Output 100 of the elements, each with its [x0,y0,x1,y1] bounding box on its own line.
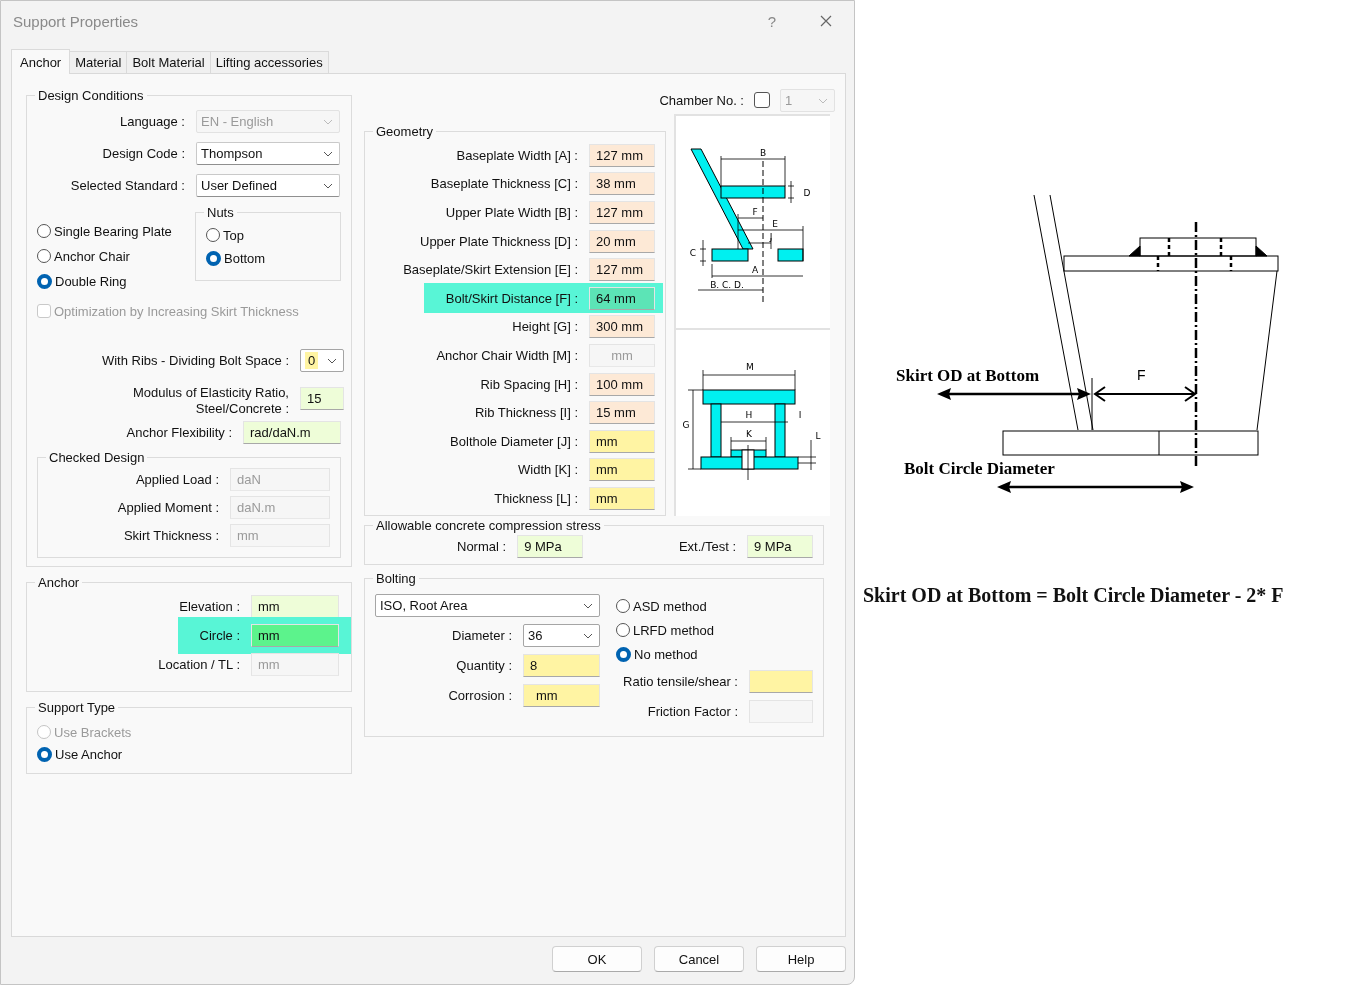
input-field[interactable]: mm [251,595,339,618]
input-field[interactable]: 38 mm [589,172,655,196]
input-field[interactable]: mm [523,683,600,707]
field-label: Diameter : [452,627,512,643]
chevron-icon [327,357,337,364]
field-label: Design Code : [102,145,185,161]
field-label: Friction Factor : [647,703,738,719]
diagram-label: Bolt Circle Diameter [904,459,1055,478]
radio-label[interactable]: Top [223,227,244,243]
field-label: Quantity : [456,657,512,673]
input-field[interactable]: mm [251,624,339,647]
field-label: Normal : [457,539,507,554]
field-label: With Ribs - Dividing Bolt Space : [101,352,289,368]
radio-button[interactable] [616,623,630,637]
ok-button[interactable]: OK [552,946,642,972]
input-field[interactable]: 64 mm [589,286,655,310]
chevron-icon [583,603,593,609]
input-field[interactable] [749,669,813,693]
input-field[interactable]: 300 mm [589,315,655,339]
field-label: Baseplate Width [A] : [456,147,578,163]
field-label: Location / TL : [158,657,240,672]
chevron-icon [818,97,828,104]
anchor-chair-front-drawing: M H I K L G [676,330,830,516]
dropdown[interactable]: Thompson [196,141,340,165]
dropdown[interactable]: User Defined [196,173,340,197]
field-label: Ratio tensile/shear : [623,673,738,689]
input-field[interactable]: 15 [300,387,344,410]
group-title: Nuts [206,205,235,220]
field-label: Thickness [L] : [494,490,578,506]
tab[interactable]: Lifting accessories [209,51,329,73]
group-title: Design Conditions [37,88,145,103]
radio-button[interactable] [616,599,630,613]
field-label: Bolthole Diameter [J] : [450,433,578,449]
field-label: Chamber No. : [659,92,744,108]
field-label: Anchor Chair Width [M] : [436,347,578,363]
dropdown[interactable]: 36 [523,623,600,647]
equation-text: Skirt OD at Bottom = Bolt Circle Diameter - 2* F [863,584,1285,607]
field-label: Circle : [199,628,240,643]
field-label: Selected Standard : [70,177,185,193]
group-title: Anchor [37,575,81,590]
group-title: Allowable concrete compression stress [375,518,602,533]
input-field[interactable]: 9 MPa [747,535,813,558]
field-label: Rib Thickness [I] : [474,405,578,421]
field-label: Width [K] : [518,462,578,478]
radio-label[interactable]: Double Ring [55,273,127,289]
input-field[interactable]: 9 MPa [517,535,584,558]
radio-button[interactable] [616,646,631,662]
input-field[interactable]: 20 mm [589,229,655,253]
radio-label[interactable]: LRFD method [633,622,714,638]
window-title: Support Properties [13,12,140,30]
field-label: Rib Spacing [H] : [480,376,578,392]
radio-label[interactable]: No method [634,646,698,662]
field-label: Bolt/Skirt Distance [F] : [445,290,578,306]
field-label: Language : [119,113,185,129]
radio-label[interactable]: Use Anchor [55,746,123,762]
radio-label[interactable]: Anchor Chair [54,248,130,264]
input-field[interactable]: 15 mm [589,401,655,425]
field-label: Applied Load : [135,471,219,487]
input-field[interactable]: 100 mm [589,372,655,396]
radio-label[interactable]: Single Bearing Plate [54,223,172,239]
dropdown[interactable]: 0 [300,348,344,372]
radio-label[interactable]: Bottom [224,250,266,266]
group-title: Geometry [375,124,435,139]
dialog-button[interactable]: Help [756,946,846,972]
diagram-label: F [1137,367,1146,383]
radio-button[interactable] [206,250,221,266]
group-title: Bolting [375,571,417,586]
radio-button[interactable] [37,746,52,762]
radio-button[interactable] [37,273,52,289]
input-field[interactable]: 127 mm [589,258,655,282]
checkbox[interactable] [754,92,770,108]
diagram-label: Skirt OD at Bottom [896,366,1040,385]
field-label: Skirt Thickness : [123,527,219,543]
close-icon[interactable] [820,15,832,27]
chevron-icon [323,118,333,125]
field-label: Baseplate Thickness [C] : [430,176,578,192]
field-label: Baseplate/Skirt Extension [E] : [403,262,578,278]
field-label: Ext./Test : [678,539,736,554]
tab[interactable]: Anchor [11,49,71,74]
field-label: Height [G] : [512,319,578,335]
input-field[interactable]: rad/daN.m [243,421,341,444]
input-field[interactable]: mm [589,458,655,482]
dialog-button[interactable]: Cancel [654,946,744,972]
input-field[interactable]: mm [589,486,655,510]
field-label: Corrosion : [448,687,512,703]
input-field[interactable]: 127 mm [589,143,655,167]
radio-button[interactable] [37,224,51,238]
field-label: Elevation : [179,599,240,614]
radio-label[interactable]: ASD method [633,598,707,614]
field-label: Applied Moment : [117,499,219,515]
radio-button[interactable] [37,249,51,263]
input-field[interactable]: 8 [523,653,600,677]
field-label: Anchor Flexibility : [126,425,232,440]
input-field[interactable]: mm [589,429,655,453]
input-field[interactable]: 127 mm [589,201,655,224]
anchor-chair-side-drawing: B D F E J C A B. C. D. [676,116,830,330]
dropdown[interactable]: ISO, Root Area [375,594,600,617]
radio-button[interactable] [206,228,220,242]
field-label: Upper Plate Thickness [D] : [420,233,578,249]
field-label: Upper Plate Width [B] : [445,205,578,220]
